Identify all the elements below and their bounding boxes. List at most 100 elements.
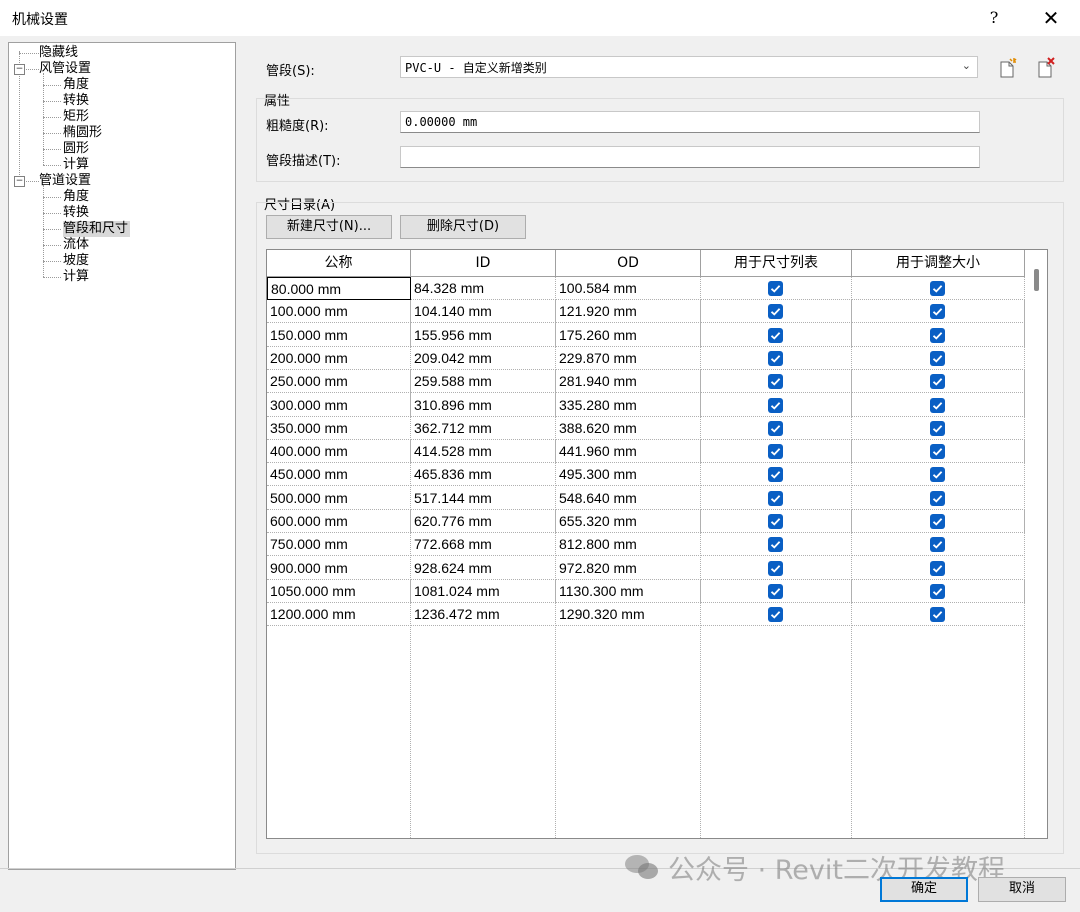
checkbox-checked[interactable] [930,491,945,506]
checkbox-checked[interactable] [930,398,945,413]
cell-nominal[interactable]: 1200.000 mm [267,603,411,626]
checkbox-checked[interactable] [768,351,783,366]
cell-nominal[interactable]: 600.000 mm [267,510,411,533]
cell-nominal[interactable]: 350.000 mm [267,417,411,440]
ok-button[interactable]: 确定 [880,877,968,902]
checkbox-checked[interactable] [930,351,945,366]
column-header-nominal[interactable]: 公称 [267,250,411,277]
cell-id[interactable]: 1081.024 mm [411,580,556,603]
tree-item-pipe-transition[interactable]: 转换 [63,205,91,221]
cell-id[interactable]: 362.712 mm [411,417,556,440]
cell-nominal[interactable]: 250.000 mm [267,370,411,393]
tree-item-duct-calculation[interactable]: 计算 [63,157,91,173]
tree-item-duct-oval[interactable]: 椭圆形 [63,125,104,141]
checkbox-checked[interactable] [768,514,783,529]
close-button[interactable]: ✕ [1036,4,1066,32]
tree-item-pipe-segments-sizes[interactable]: 管段和尺寸 [63,221,131,237]
checkbox-checked[interactable] [930,467,945,482]
cell-id[interactable]: 465.836 mm [411,463,556,486]
cell-id[interactable]: 772.668 mm [411,533,556,556]
collapse-icon[interactable]: − [14,64,25,75]
checkbox-checked[interactable] [768,584,783,599]
checkbox-checked[interactable] [768,304,783,319]
cell-id[interactable]: 517.144 mm [411,487,556,510]
cell-nominal[interactable]: 200.000 mm [267,347,411,370]
tree-item-duct-settings[interactable]: 风管设置 [39,61,93,77]
cell-id[interactable]: 259.588 mm [411,370,556,393]
cell-nominal[interactable]: 450.000 mm [267,463,411,486]
checkbox-checked[interactable] [768,561,783,576]
checkbox-checked[interactable] [930,537,945,552]
cell-od[interactable]: 229.870 mm [556,347,701,370]
tree-item-duct-transition[interactable]: 转换 [63,93,91,109]
cell-id[interactable]: 928.624 mm [411,557,556,580]
checkbox-checked[interactable] [930,584,945,599]
cell-nominal[interactable]: 100.000 mm [267,300,411,323]
cell-id[interactable]: 209.042 mm [411,347,556,370]
size-table[interactable]: 公称 ID OD 用于尺寸列表 用于调整大小 80.000 mm 84.328 mm 100.… [266,249,1048,839]
cell-od[interactable]: 121.920 mm [556,300,701,323]
tree-item-duct-round[interactable]: 圆形 [63,141,91,157]
segment-dropdown[interactable]: PVC-U - 自定义新增类别 ⌄ [400,56,978,78]
cell-id[interactable]: 1236.472 mm [411,603,556,626]
new-size-button[interactable]: 新建尺寸(N)... [266,215,392,239]
cell-od[interactable]: 812.800 mm [556,533,701,556]
description-input[interactable] [400,146,980,168]
checkbox-checked[interactable] [930,607,945,622]
checkbox-checked[interactable] [768,281,783,296]
column-header-use-in-sizing[interactable]: 用于调整大小 [852,250,1025,277]
cell-nominal[interactable]: 300.000 mm [267,394,411,417]
checkbox-checked[interactable] [768,491,783,506]
checkbox-checked[interactable] [768,421,783,436]
checkbox-checked[interactable] [930,374,945,389]
checkbox-checked[interactable] [930,328,945,343]
checkbox-checked[interactable] [768,537,783,552]
cell-od[interactable]: 388.620 mm [556,417,701,440]
cell-od[interactable]: 335.280 mm [556,394,701,417]
cell-od[interactable]: 548.640 mm [556,487,701,510]
cell-od[interactable]: 175.260 mm [556,324,701,347]
cell-nominal[interactable]: 400.000 mm [267,440,411,463]
cell-od[interactable]: 972.820 mm [556,557,701,580]
help-button[interactable]: ? [980,4,1008,32]
cell-id[interactable]: 84.328 mm [411,277,556,300]
cell-od[interactable]: 1290.320 mm [556,603,701,626]
roughness-input[interactable]: 0.00000 mm [400,111,980,133]
cell-nominal[interactable]: 900.000 mm [267,557,411,580]
cell-nominal[interactable]: 1050.000 mm [267,580,411,603]
column-header-id[interactable]: ID [411,250,556,277]
cell-id[interactable]: 104.140 mm [411,300,556,323]
checkbox-checked[interactable] [930,421,945,436]
cell-nominal[interactable]: 150.000 mm [267,324,411,347]
cell-id[interactable]: 414.528 mm [411,440,556,463]
tree-item-pipe-angle[interactable]: 角度 [63,189,91,205]
checkbox-checked[interactable] [768,444,783,459]
tree-item-hidden-lines[interactable]: 隐藏线 [39,45,80,61]
tree-item-duct-angle[interactable]: 角度 [63,77,91,93]
cell-od[interactable]: 495.300 mm [556,463,701,486]
collapse-icon[interactable]: − [14,176,25,187]
column-header-od[interactable]: OD [556,250,701,277]
checkbox-checked[interactable] [930,304,945,319]
tree-item-pipe-slope[interactable]: 坡度 [63,253,91,269]
new-segment-icon[interactable] [996,56,1020,80]
delete-segment-icon[interactable] [1034,56,1058,80]
checkbox-checked[interactable] [930,444,945,459]
checkbox-checked[interactable] [768,467,783,482]
cell-od[interactable]: 100.584 mm [556,277,701,300]
cell-nominal[interactable]: 500.000 mm [267,487,411,510]
cell-nominal[interactable]: 80.000 mm [267,277,411,300]
cancel-button[interactable]: 取消 [978,877,1066,902]
table-scrollbar[interactable] [1034,269,1039,291]
cell-nominal[interactable]: 750.000 mm [267,533,411,556]
cell-id[interactable]: 310.896 mm [411,394,556,417]
checkbox-checked[interactable] [930,514,945,529]
column-header-use-in-size-list[interactable]: 用于尺寸列表 [701,250,852,277]
settings-tree[interactable]: 隐藏线 − 风管设置 角度 转换 矩形 椭圆形 圆形 计算 − 管道设置 角度 转换 管段和尺寸 流体 坡度计… [8,42,236,870]
checkbox-checked[interactable] [930,561,945,576]
tree-item-pipe-settings[interactable]: 管道设置 [39,173,93,189]
checkbox-checked[interactable] [930,281,945,296]
cell-id[interactable]: 155.956 mm [411,324,556,347]
cell-od[interactable]: 441.960 mm [556,440,701,463]
checkbox-checked[interactable] [768,374,783,389]
